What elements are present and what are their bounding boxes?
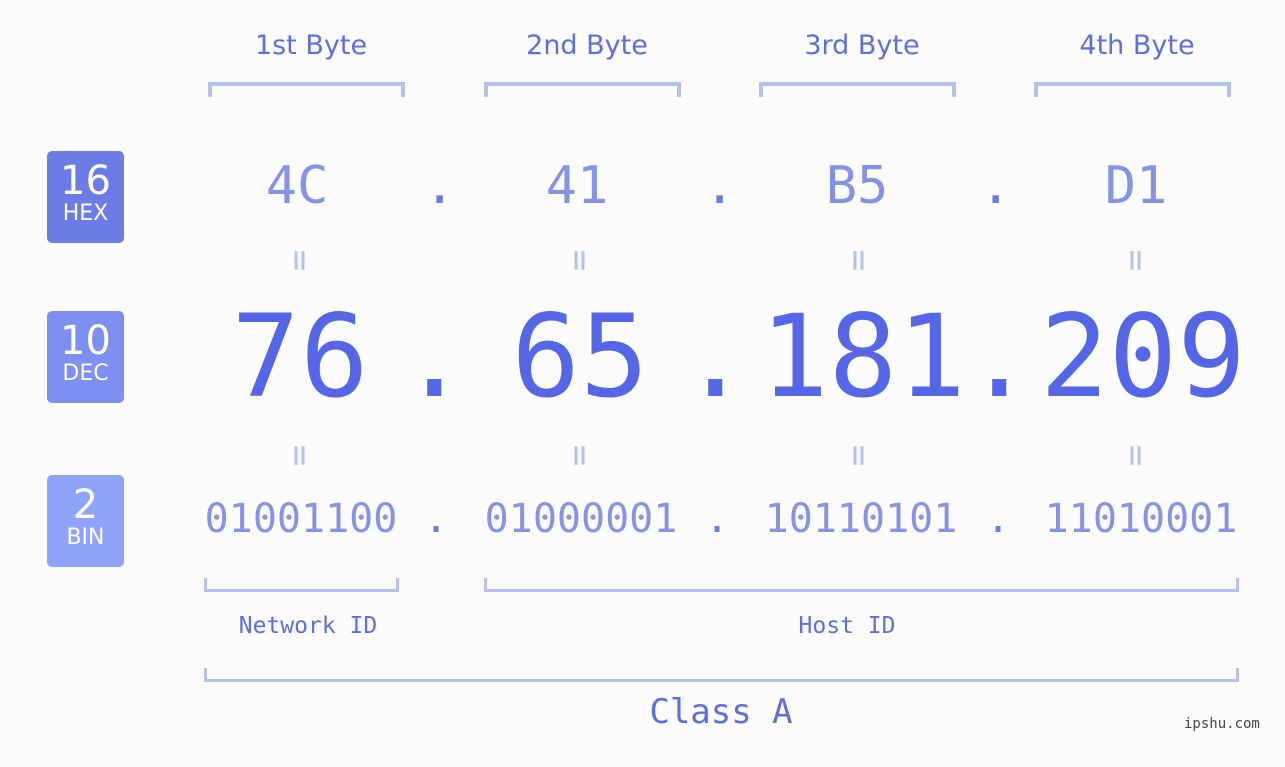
dec-badge-label: DEC xyxy=(62,361,109,386)
hex-dot-3: . xyxy=(980,156,1012,216)
equals-icon: = xyxy=(559,444,601,467)
hex-badge-number: 16 xyxy=(60,158,111,204)
equals-icon: = xyxy=(838,444,880,467)
class-bracket xyxy=(204,668,1239,682)
bin-badge-label: BIN xyxy=(66,525,105,550)
dec-badge: 10 DEC xyxy=(47,311,124,403)
byte-bracket-1 xyxy=(208,82,405,97)
hex-octet-4: D1 xyxy=(1104,156,1168,216)
dec-octet-2: 65 xyxy=(511,290,649,423)
equals-icon: = xyxy=(1115,444,1157,467)
bin-dot-1: . xyxy=(424,496,449,542)
dec-octet-1: 76 xyxy=(231,290,369,423)
hex-dot-1: . xyxy=(424,156,456,216)
byte-header-2: 2nd Byte xyxy=(526,30,648,61)
bin-dot-2: . xyxy=(705,496,730,542)
equals-icon: = xyxy=(838,249,880,272)
bin-badge-number: 2 xyxy=(72,482,99,528)
equals-icon: = xyxy=(559,249,601,272)
hex-octet-2: 41 xyxy=(545,156,609,216)
equals-icon: = xyxy=(279,444,321,467)
byte-bracket-2 xyxy=(484,82,681,97)
hex-badge: 16 HEX xyxy=(47,151,124,243)
bin-octet-2: 01000001 xyxy=(484,496,678,542)
bin-octet-4: 11010001 xyxy=(1044,496,1238,542)
equals-icon: = xyxy=(1115,249,1157,272)
dec-octet-3: 181 xyxy=(760,290,966,423)
dec-dot-3: . xyxy=(965,290,1034,423)
watermark: ipshu.com xyxy=(1184,716,1260,732)
byte-header-4: 4th Byte xyxy=(1079,30,1195,61)
hex-dot-2: . xyxy=(704,156,736,216)
bin-dot-3: . xyxy=(986,496,1011,542)
bin-octet-1: 01001100 xyxy=(204,496,398,542)
host-id-bracket xyxy=(484,578,1239,592)
equals-icon: = xyxy=(279,249,321,272)
dec-badge-number: 10 xyxy=(60,318,111,364)
dec-octet-4: 209 xyxy=(1040,290,1246,423)
byte-bracket-4 xyxy=(1034,82,1231,97)
host-id-label: Host ID xyxy=(798,613,896,639)
hex-octet-3: B5 xyxy=(825,156,889,216)
dec-dot-2: . xyxy=(681,290,750,423)
network-id-bracket xyxy=(204,578,399,592)
class-label: Class A xyxy=(649,692,793,732)
byte-bracket-3 xyxy=(759,82,956,97)
hex-octet-1: 4C xyxy=(265,156,329,216)
bin-octet-3: 10110101 xyxy=(764,496,958,542)
hex-badge-label: HEX xyxy=(62,201,109,226)
dec-dot-1: . xyxy=(400,290,469,423)
network-id-label: Network ID xyxy=(238,613,378,639)
bin-badge: 2 BIN xyxy=(47,475,124,567)
byte-header-3: 3rd Byte xyxy=(804,30,920,61)
byte-header-1: 1st Byte xyxy=(254,30,368,61)
